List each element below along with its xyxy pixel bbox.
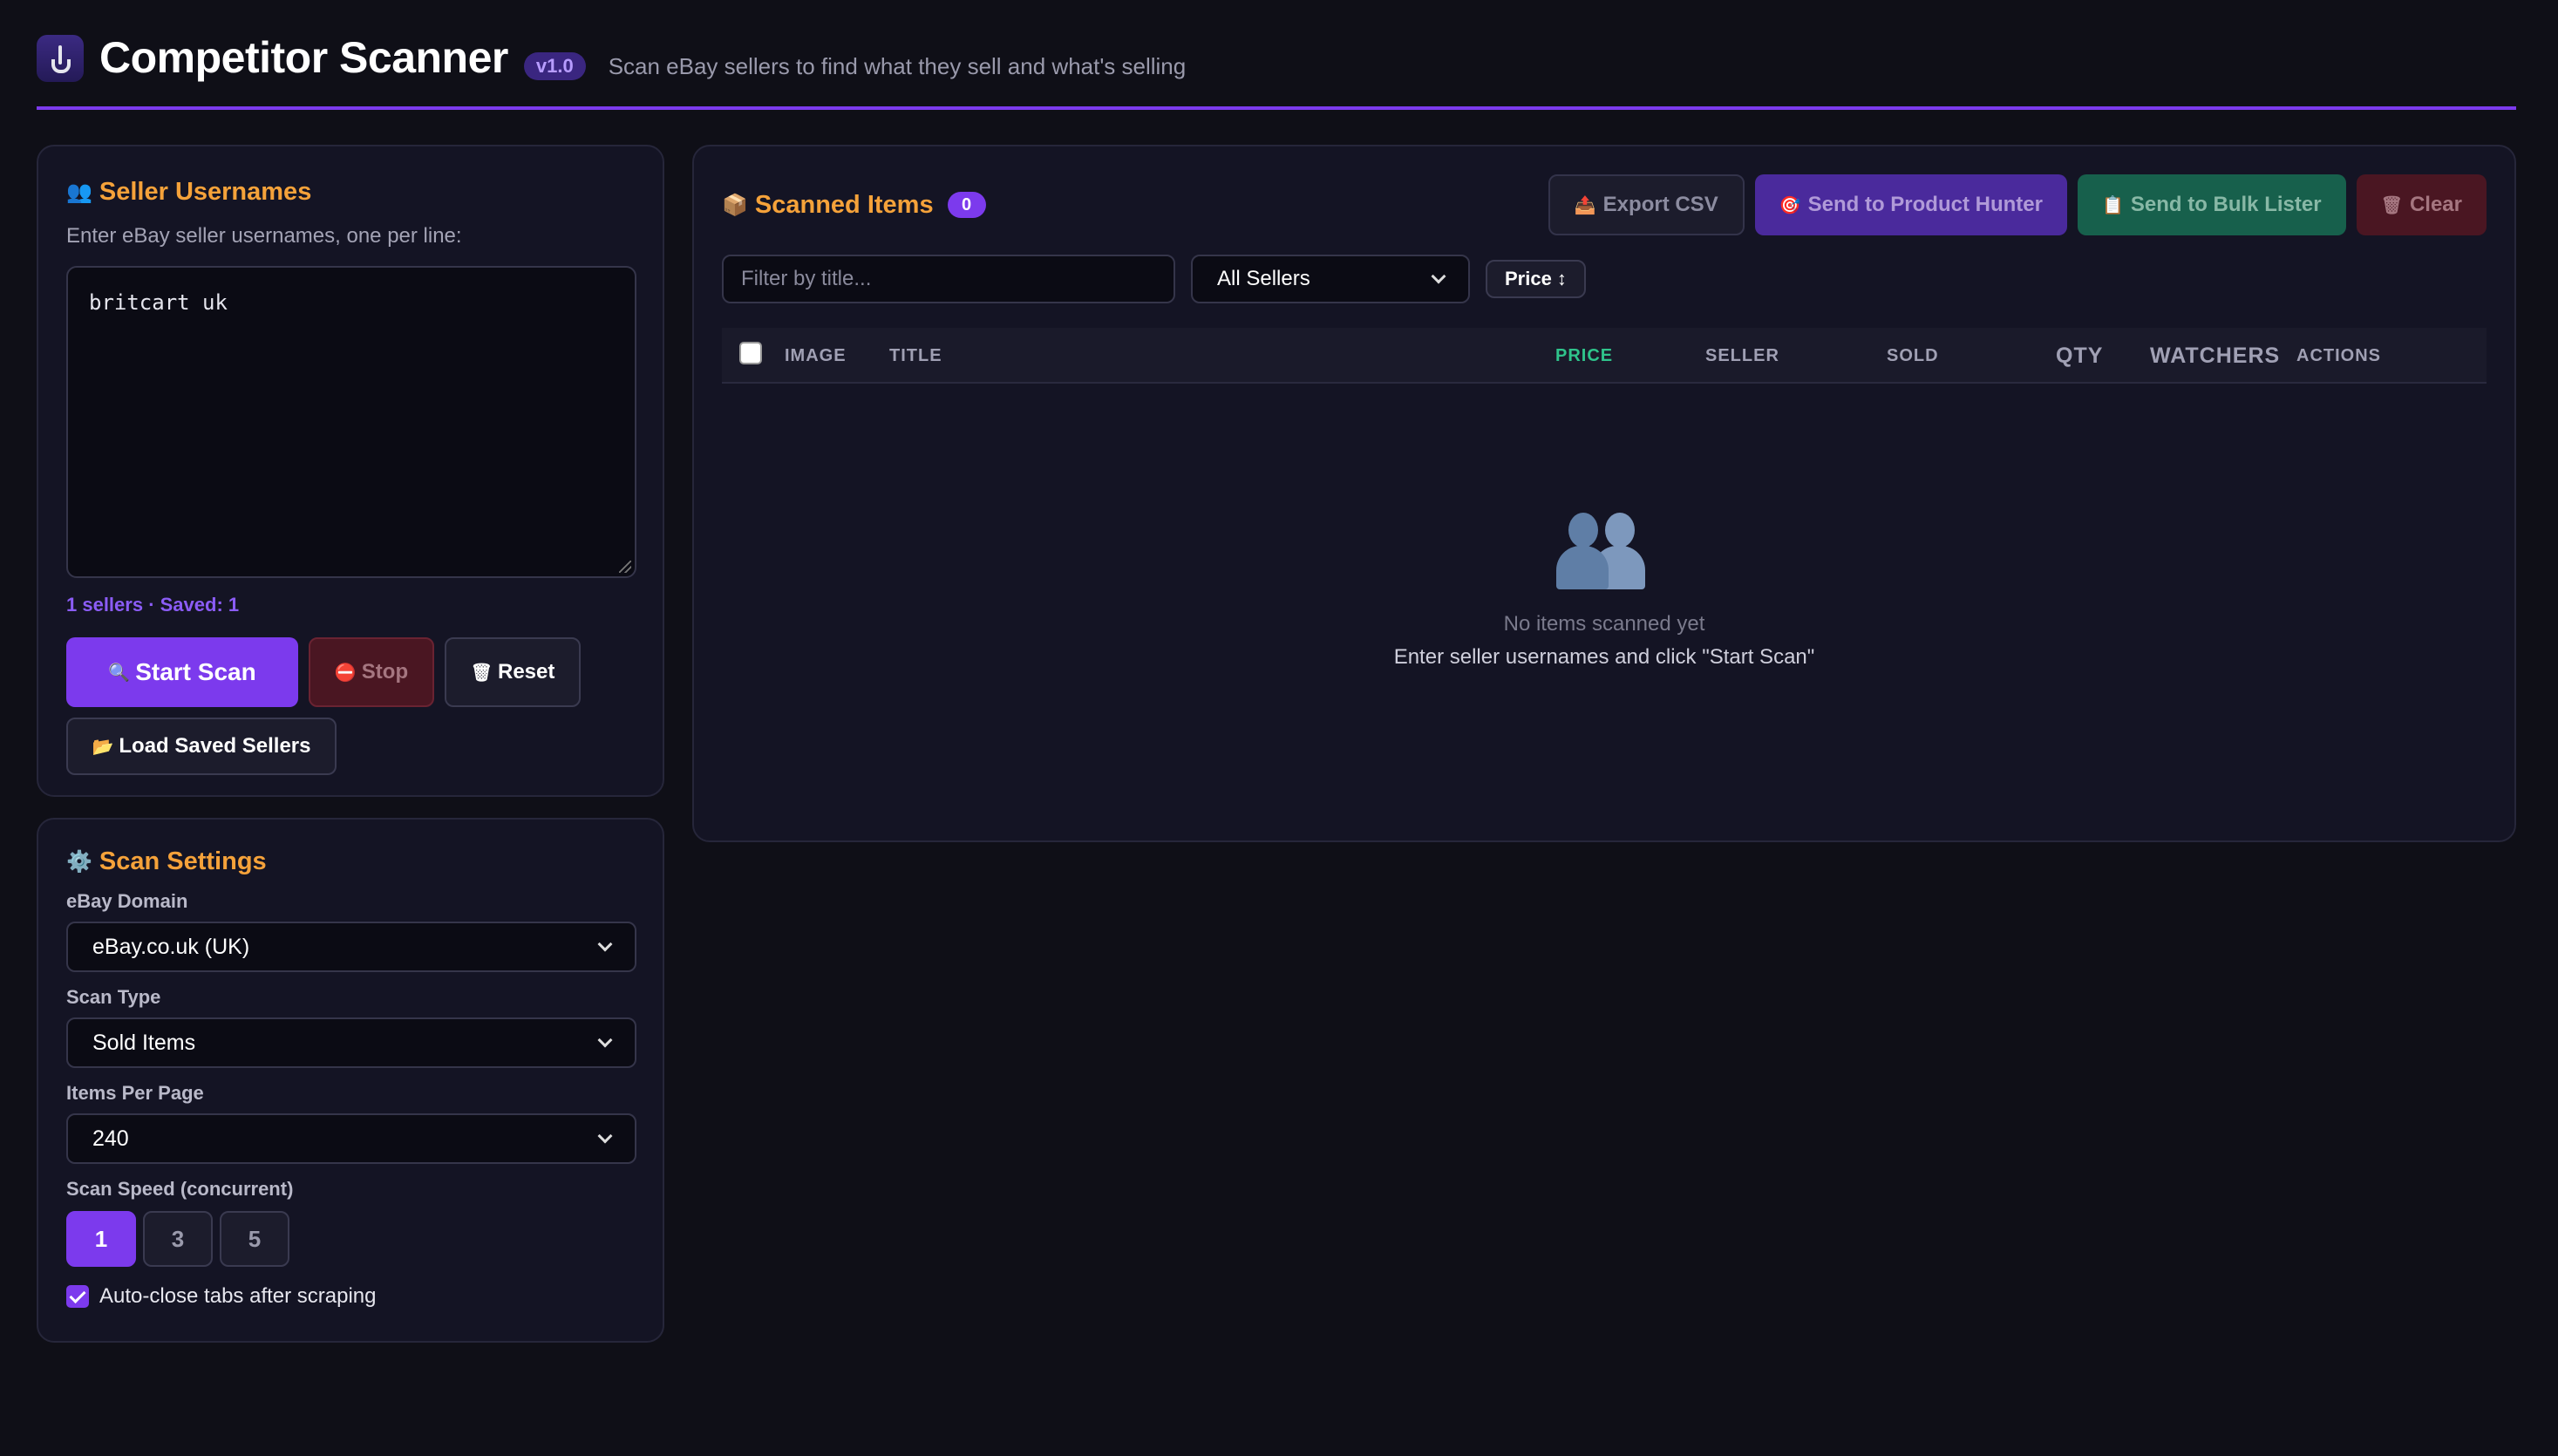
version-badge: v1.0 (523, 52, 586, 80)
app-title: Competitor Scanner (99, 33, 508, 82)
trash-icon: 🗑 (470, 663, 493, 683)
textarea-value: britcart uk (89, 290, 228, 315)
chevron-down-icon (1431, 269, 1446, 284)
seller-usernames-panel: 👥 Seller Usernames Enter eBay seller use… (37, 145, 664, 797)
seller-count-status: 1 sellers · Saved: 1 (66, 594, 240, 616)
ebay-domain-value: eBay.co.uk (UK) (92, 934, 250, 959)
chevron-down-icon (597, 936, 613, 952)
people-icon (1556, 513, 1652, 591)
items-table-header: IMAGE TITLE PRICE SELLER SOLD QTY WATCHE… (722, 328, 2487, 384)
ebay-domain-select[interactable]: eBay.co.uk (UK) (66, 922, 636, 972)
title-filter-input[interactable]: Filter by title... (722, 255, 1175, 303)
seller-filter-select[interactable]: All Sellers (1191, 255, 1470, 303)
chevron-down-icon (597, 1032, 613, 1048)
speed-option-5[interactable]: 5 (220, 1211, 289, 1267)
items-per-page-value: 240 (92, 1126, 129, 1151)
clear-button[interactable]: 🗑 Clear (2356, 174, 2487, 235)
auto-close-checkbox[interactable] (66, 1285, 89, 1308)
speed-option-3[interactable]: 3 (143, 1211, 213, 1267)
scan-settings-title: Scan Settings (99, 847, 267, 875)
start-scan-button[interactable]: 🔍 Start Scan (66, 637, 298, 707)
target-icon: 🎯 (1779, 195, 1801, 215)
column-qty[interactable]: QTY (2056, 328, 2103, 384)
app-subtitle: Scan eBay sellers to find what they sell… (608, 53, 1187, 79)
auto-close-row: Auto-close tabs after scraping (66, 1284, 635, 1309)
chevron-down-icon (597, 1128, 613, 1144)
seller-usernames-hint: Enter eBay seller usernames, one per lin… (66, 224, 462, 248)
seller-usernames-title: Seller Usernames (99, 178, 312, 206)
export-icon: 📤 (1574, 195, 1596, 215)
trash-icon: 🗑 (2380, 195, 2403, 215)
app-header: Competitor Scanner v1.0 Scan eBay seller… (37, 30, 2516, 110)
speed-option-1[interactable]: 1 (66, 1211, 136, 1267)
seller-usernames-heading: 👥 Seller Usernames (66, 178, 635, 207)
reset-label: Reset (498, 660, 555, 684)
scan-type-select[interactable]: Sold Items (66, 1017, 636, 1068)
column-seller[interactable]: SELLER (1705, 328, 1779, 384)
scan-type-label: Scan Type (66, 986, 161, 1008)
send-to-product-hunter-label: Send to Product Hunter (1807, 193, 2043, 216)
clipboard-icon: 📋 (2101, 195, 2124, 215)
scanned-items-title: Scanned Items (754, 190, 934, 219)
empty-state: No items scanned yet Enter seller userna… (694, 513, 2514, 670)
column-watchers[interactable]: WATCHERS (2150, 328, 2280, 384)
reset-button[interactable]: 🗑 Reset (445, 637, 581, 707)
stop-label: Stop (361, 660, 409, 684)
column-sold[interactable]: SOLD (1887, 328, 1939, 384)
column-price[interactable]: PRICE (1555, 328, 1613, 384)
load-saved-sellers-button[interactable]: 📂 Load Saved Sellers (66, 718, 337, 775)
scan-speed-group: 1 3 5 (66, 1211, 635, 1267)
folder-icon: 📂 (92, 737, 114, 757)
empty-state-title: No items scanned yet (1503, 612, 1705, 636)
select-all-checkbox[interactable] (739, 342, 762, 364)
magnifier-icon: 🔍 (108, 663, 131, 683)
gear-icon: ⚙️ (66, 850, 92, 874)
package-icon: 📦 (722, 193, 748, 217)
stop-button[interactable]: ⛔ Stop (309, 637, 434, 707)
load-saved-sellers-label: Load Saved Sellers (119, 734, 311, 758)
send-to-bulk-lister-button[interactable]: 📋 Send to Bulk Lister (2077, 174, 2346, 235)
clear-label: Clear (2409, 193, 2462, 216)
ebay-domain-label: eBay Domain (66, 890, 188, 912)
export-csv-button[interactable]: 📤 Export CSV (1548, 174, 1745, 235)
start-scan-label: Start Scan (135, 658, 256, 685)
seller-filter-value: All Sellers (1217, 267, 1310, 290)
scanned-items-heading: 📦 Scanned Items 0 (722, 191, 986, 220)
send-to-product-hunter-button[interactable]: 🎯 Send to Product Hunter (1754, 174, 2067, 235)
scan-settings-panel: ⚙️ Scan Settings eBay Domain eBay.co.uk … (37, 818, 664, 1343)
items-per-page-label: Items Per Page (66, 1082, 204, 1104)
people-icon: 👥 (66, 180, 92, 204)
empty-state-subtitle: Enter seller usernames and click "Start … (1393, 645, 1815, 669)
send-to-bulk-lister-label: Send to Bulk Lister (2130, 193, 2322, 216)
resize-grip-icon[interactable] (619, 561, 631, 573)
stop-icon: ⛔ (334, 663, 357, 683)
export-csv-label: Export CSV (1602, 193, 1718, 216)
scan-settings-heading: ⚙️ Scan Settings (66, 847, 635, 876)
auto-close-label: Auto-close tabs after scraping (99, 1284, 377, 1308)
column-actions: ACTIONS (2296, 346, 2381, 365)
scanned-items-panel: 📦 Scanned Items 0 📤 Export CSV 🎯 Send to… (692, 145, 2516, 842)
hook-logo-icon (37, 35, 84, 82)
scan-speed-label: Scan Speed (concurrent) (66, 1178, 294, 1200)
items-count-badge: 0 (947, 192, 986, 218)
title-filter-placeholder: Filter by title... (741, 267, 872, 290)
seller-usernames-textarea[interactable]: britcart uk (66, 266, 636, 578)
scan-type-value: Sold Items (92, 1030, 196, 1055)
column-image[interactable]: IMAGE (785, 328, 847, 384)
column-title[interactable]: TITLE (889, 328, 942, 384)
price-sort-button[interactable]: Price ↕ (1486, 260, 1586, 298)
items-per-page-select[interactable]: 240 (66, 1113, 636, 1164)
